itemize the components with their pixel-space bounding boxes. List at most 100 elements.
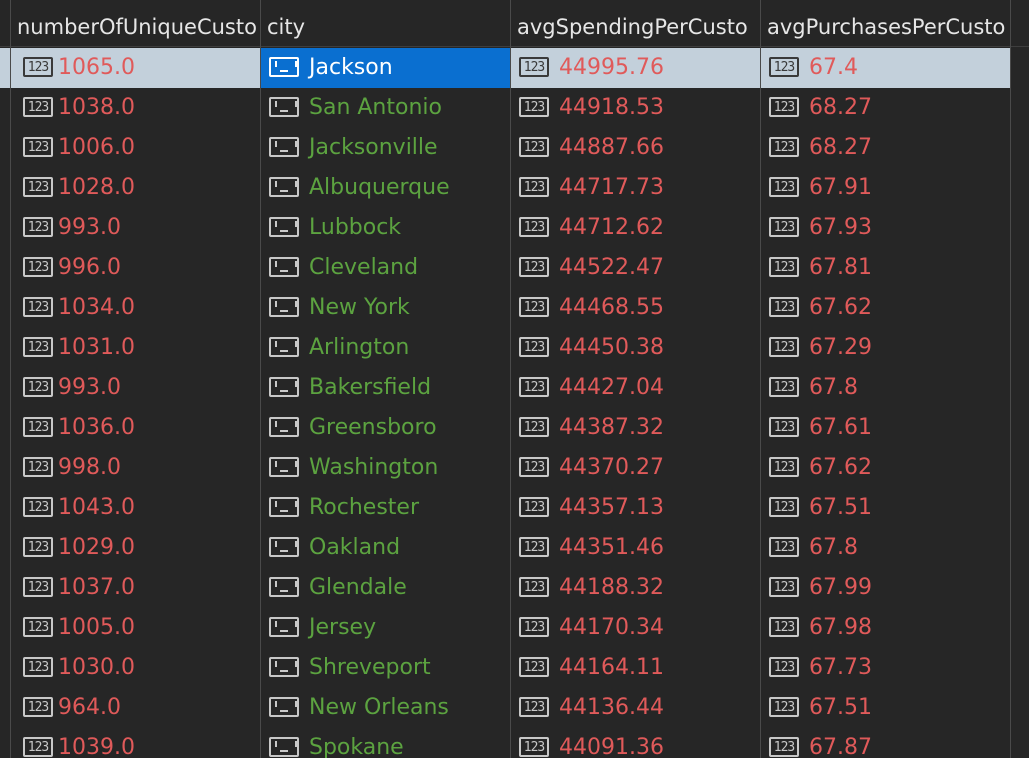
table-cell[interactable]: 44170.34 bbox=[511, 608, 760, 648]
table-cell[interactable]: 993.0 bbox=[11, 368, 260, 408]
table-row[interactable]: 993.0 Lubbock 44712.62 67.93 bbox=[0, 208, 1010, 248]
table-cell[interactable]: 1038.0 bbox=[11, 88, 260, 128]
table-cell[interactable]: 67.73 bbox=[761, 648, 1010, 688]
table-cell[interactable]: 44164.11 bbox=[511, 648, 760, 688]
table-cell[interactable]: 44717.73 bbox=[511, 168, 760, 208]
column-separator[interactable] bbox=[1010, 0, 1011, 758]
column-separator[interactable] bbox=[760, 0, 761, 758]
table-cell[interactable]: Greensboro bbox=[261, 408, 510, 448]
table-cell[interactable]: 67.51 bbox=[761, 488, 1010, 528]
table-row[interactable]: 1034.0 New York 44468.55 67.62 bbox=[0, 288, 1010, 328]
table-cell[interactable]: 67.29 bbox=[761, 328, 1010, 368]
table-row[interactable]: 1037.0 Glendale 44188.32 67.99 bbox=[0, 568, 1010, 608]
table-cell[interactable]: 44995.76 bbox=[511, 48, 760, 88]
table-row[interactable]: 1038.0 San Antonio 44918.53 68.27 bbox=[0, 88, 1010, 128]
column-separator[interactable] bbox=[10, 0, 11, 758]
table-row[interactable]: 996.0 Cleveland 44522.47 67.81 bbox=[0, 248, 1010, 288]
table-cell[interactable]: Cleveland bbox=[261, 248, 510, 288]
table-cell[interactable]: Rochester bbox=[261, 488, 510, 528]
table-cell[interactable]: 67.99 bbox=[761, 568, 1010, 608]
table-cell[interactable]: 1005.0 bbox=[11, 608, 260, 648]
table-cell[interactable]: 1065.0 bbox=[11, 48, 260, 88]
table-cell[interactable]: 964.0 bbox=[11, 688, 260, 728]
table-row[interactable]: 1028.0 Albuquerque 44717.73 67.91 bbox=[0, 168, 1010, 208]
table-cell[interactable]: 44427.04 bbox=[511, 368, 760, 408]
table-cell[interactable]: 998.0 bbox=[11, 448, 260, 488]
table-cell[interactable]: 67.61 bbox=[761, 408, 1010, 448]
table-cell[interactable]: 1028.0 bbox=[11, 168, 260, 208]
table-cell[interactable]: 67.81 bbox=[761, 248, 1010, 288]
table-cell[interactable]: 67.93 bbox=[761, 208, 1010, 248]
table-row[interactable]: 1031.0 Arlington 44450.38 67.29 bbox=[0, 328, 1010, 368]
table-cell[interactable]: Shreveport bbox=[261, 648, 510, 688]
table-cell[interactable]: 44450.38 bbox=[511, 328, 760, 368]
table-row[interactable]: 1005.0 Jersey 44170.34 67.98 bbox=[0, 608, 1010, 648]
table-row[interactable]: 1039.0 Spokane 44091.36 67.87 bbox=[0, 728, 1010, 758]
table-cell[interactable]: 67.62 bbox=[761, 288, 1010, 328]
table-cell[interactable]: 1029.0 bbox=[11, 528, 260, 568]
table-cell[interactable]: Oakland bbox=[261, 528, 510, 568]
table-cell[interactable]: Washington bbox=[261, 448, 510, 488]
table-cell[interactable]: 67.8 bbox=[761, 368, 1010, 408]
table-cell[interactable]: Arlington bbox=[261, 328, 510, 368]
table-cell[interactable]: 1034.0 bbox=[11, 288, 260, 328]
table-cell[interactable]: 67.62 bbox=[761, 448, 1010, 488]
table-cell[interactable]: 67.8 bbox=[761, 528, 1010, 568]
table-cell[interactable]: 1039.0 bbox=[11, 728, 260, 758]
table-row[interactable]: 1029.0 Oakland 44351.46 67.8 bbox=[0, 528, 1010, 568]
table-row[interactable]: 1065.0 Jackson 44995.76 67.4 bbox=[0, 48, 1010, 88]
table-cell[interactable]: 68.27 bbox=[761, 128, 1010, 168]
table-cell[interactable]: 1030.0 bbox=[11, 648, 260, 688]
table-cell[interactable]: 67.51 bbox=[761, 688, 1010, 728]
table-cell[interactable]: 67.87 bbox=[761, 728, 1010, 758]
table-cell[interactable]: Lubbock bbox=[261, 208, 510, 248]
table-cell[interactable]: San Antonio bbox=[261, 88, 510, 128]
table-cell[interactable]: Jackson bbox=[261, 48, 510, 88]
table-row[interactable]: 964.0 New Orleans 44136.44 67.51 bbox=[0, 688, 1010, 728]
table-cell[interactable]: Spokane bbox=[261, 728, 510, 758]
table-row[interactable]: 1036.0 Greensboro 44387.32 67.61 bbox=[0, 408, 1010, 448]
table-cell[interactable]: Albuquerque bbox=[261, 168, 510, 208]
table-cell[interactable]: Jacksonville bbox=[261, 128, 510, 168]
table-cell[interactable]: New Orleans bbox=[261, 688, 510, 728]
table-row[interactable]: 1030.0 Shreveport 44164.11 67.73 bbox=[0, 648, 1010, 688]
table-cell[interactable]: Glendale bbox=[261, 568, 510, 608]
column-header-2[interactable]: avgSpendingPerCusto bbox=[510, 0, 760, 46]
column-header-0[interactable]: numberOfUniqueCusto bbox=[10, 0, 260, 46]
table-cell[interactable]: 68.27 bbox=[761, 88, 1010, 128]
table-cell[interactable]: 44918.53 bbox=[511, 88, 760, 128]
table-cell[interactable]: 44468.55 bbox=[511, 288, 760, 328]
table-cell[interactable]: 44091.36 bbox=[511, 728, 760, 758]
table-cell[interactable]: 44351.46 bbox=[511, 528, 760, 568]
table-row[interactable]: 998.0 Washington 44370.27 67.62 bbox=[0, 448, 1010, 488]
table-cell[interactable]: 44712.62 bbox=[511, 208, 760, 248]
table-cell[interactable]: Jersey bbox=[261, 608, 510, 648]
table-row[interactable]: 993.0 Bakersfield 44427.04 67.8 bbox=[0, 368, 1010, 408]
result-grid[interactable]: numberOfUniqueCusto city avgSpendingPerCus… bbox=[0, 0, 1029, 758]
table-cell[interactable]: 993.0 bbox=[11, 208, 260, 248]
vertical-scrollbar[interactable] bbox=[1010, 47, 1029, 758]
table-cell[interactable]: 1006.0 bbox=[11, 128, 260, 168]
column-separator[interactable] bbox=[260, 0, 261, 758]
table-cell[interactable]: 44370.27 bbox=[511, 448, 760, 488]
column-header-3[interactable]: avgPurchasesPerCusto bbox=[760, 0, 1010, 46]
table-cell[interactable]: New York bbox=[261, 288, 510, 328]
column-header-1[interactable]: city bbox=[260, 0, 510, 46]
table-row[interactable]: 1043.0 Rochester 44357.13 67.51 bbox=[0, 488, 1010, 528]
table-cell[interactable]: Bakersfield bbox=[261, 368, 510, 408]
column-separator[interactable] bbox=[510, 0, 511, 758]
table-cell[interactable]: 44387.32 bbox=[511, 408, 760, 448]
table-cell[interactable]: 44522.47 bbox=[511, 248, 760, 288]
table-cell[interactable]: 67.91 bbox=[761, 168, 1010, 208]
table-row[interactable]: 1006.0 Jacksonville 44887.66 68.27 bbox=[0, 128, 1010, 168]
table-cell[interactable]: 44357.13 bbox=[511, 488, 760, 528]
table-cell[interactable]: 1031.0 bbox=[11, 328, 260, 368]
table-cell[interactable]: 996.0 bbox=[11, 248, 260, 288]
table-cell[interactable]: 67.98 bbox=[761, 608, 1010, 648]
table-cell[interactable]: 44887.66 bbox=[511, 128, 760, 168]
table-cell[interactable]: 44136.44 bbox=[511, 688, 760, 728]
table-cell[interactable]: 44188.32 bbox=[511, 568, 760, 608]
table-cell[interactable]: 1036.0 bbox=[11, 408, 260, 448]
table-cell[interactable]: 1037.0 bbox=[11, 568, 260, 608]
table-cell[interactable]: 1043.0 bbox=[11, 488, 260, 528]
